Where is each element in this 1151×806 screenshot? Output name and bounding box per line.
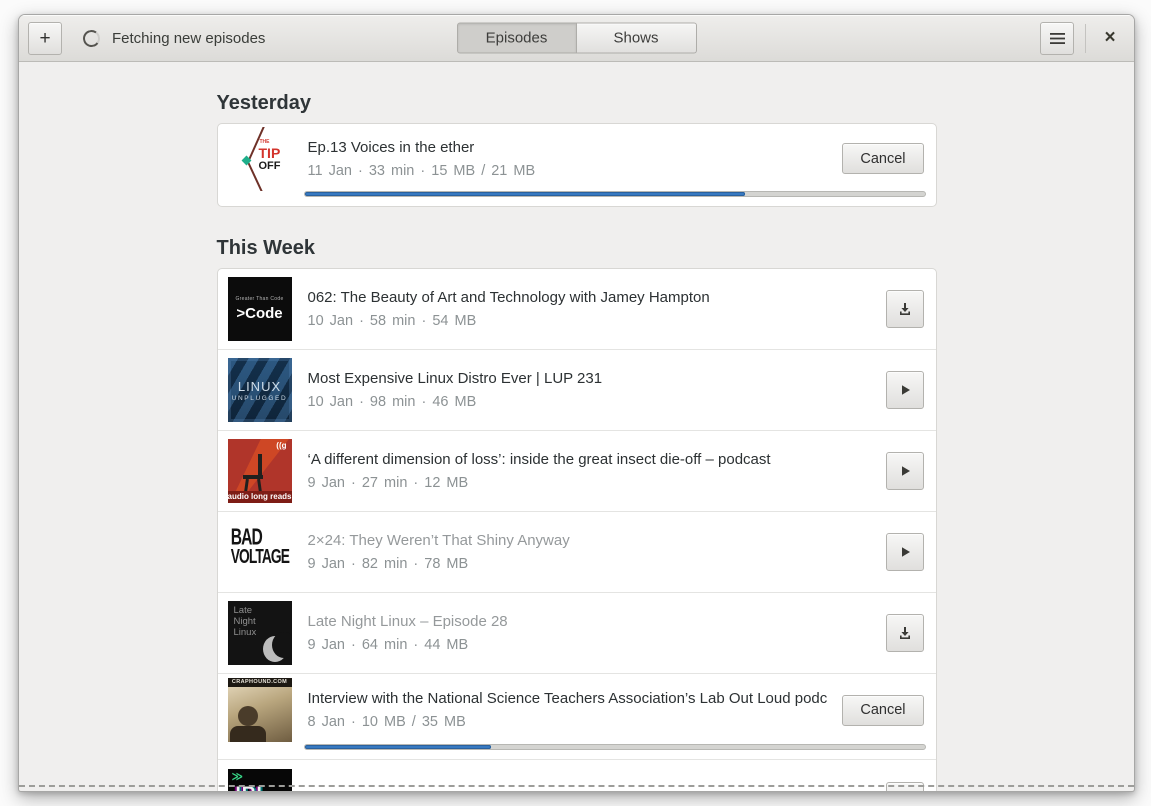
logo-text: Greater Than Code	[235, 296, 284, 302]
play-icon	[901, 466, 910, 476]
logo-text: Linux	[233, 627, 257, 638]
loading-spinner-icon	[81, 28, 102, 48]
close-icon: ×	[1104, 27, 1116, 48]
cancel-download-button[interactable]: Cancel	[842, 694, 924, 726]
logo-shape	[257, 454, 262, 477]
podcast-cover-craphound: CRAPHOUND.COM	[227, 678, 292, 742]
add-podcast-button[interactable]: +	[28, 21, 62, 55]
logo-text: ≫	[231, 770, 244, 783]
cancel-download-button[interactable]: Cancel	[842, 143, 924, 174]
logo-shape	[262, 632, 292, 662]
episode-row: CRAPHOUND.COM Interview with the Nationa…	[217, 674, 936, 760]
podcast-cover-the-tip-off: THE TIP OFF	[227, 126, 292, 191]
logo-text: audio long reads	[227, 491, 292, 503]
scroll-undershoot-indicator	[19, 785, 1134, 787]
play-icon	[901, 547, 910, 557]
yesterday-card: THE TIP OFF Ep.13 Voices in the ether 11…	[216, 123, 937, 207]
download-progress-fill	[304, 745, 491, 749]
episode-title: Ep.13 Voices in the ether	[307, 138, 475, 156]
episode-title: Interview with the National Science Teac…	[307, 690, 829, 707]
menu-button[interactable]	[1040, 21, 1074, 55]
logo-text: OFF	[258, 159, 281, 172]
section-title-yesterday: Yesterday	[216, 92, 312, 114]
tab-episodes-label: Episodes	[485, 29, 548, 47]
episode-row: ((g audio long reads ‘A different dimens…	[217, 431, 936, 512]
logo-shape	[229, 726, 266, 742]
episode-row: Late Night Linux Late Night Linux – Epis…	[217, 593, 936, 674]
logo-shape	[237, 706, 258, 726]
download-progressbar	[303, 191, 926, 197]
download-progressbar	[303, 744, 926, 750]
podcast-cover-bad-voltage: BAD VOLTAGE	[227, 520, 292, 584]
episode-title: 2×24: They Weren’t That Shiny Anyway	[307, 532, 570, 549]
episode-meta: 10 Jan · 58 min · 54 MB	[307, 313, 477, 329]
podcast-cover-linux-unplugged: LINUX UNPLUGGED	[227, 358, 292, 422]
episodes-view: Yesterday THE TIP OFF Ep.13 Voices in th…	[19, 62, 1134, 791]
cancel-button-label: Cancel	[860, 702, 906, 718]
episode-title: Most Expensive Linux Distro Ever | LUP 2…	[307, 370, 603, 387]
podcast-cover-irl: ≫ IRL	[227, 768, 292, 791]
cancel-button-label: Cancel	[860, 150, 906, 167]
episode-meta: 11 Jan · 33 min · 15 MB / 21 MB	[307, 162, 536, 179]
close-window-button[interactable]: ×	[1095, 23, 1125, 53]
this-week-card: Greater Than Code >Code 062: The Beauty …	[216, 268, 937, 791]
episode-meta: 8 Jan · 10 MB / 35 MB	[307, 714, 466, 730]
status-text: Fetching new episodes	[112, 29, 266, 47]
logo-text: >Code	[236, 305, 283, 322]
logo-text: Night	[233, 616, 256, 627]
logo-text: TIP	[258, 144, 281, 161]
podcast-cover-late-night-linux: Late Night Linux	[227, 601, 292, 665]
episode-meta: 10 Jan · 98 min · 46 MB	[307, 394, 477, 410]
logo-text: Late	[233, 605, 253, 616]
download-icon	[899, 627, 910, 639]
podcast-cover-audio-long-reads: ((g audio long reads	[227, 439, 292, 503]
plus-icon: +	[39, 27, 51, 49]
podcast-cover-greater-than-code: Greater Than Code >Code	[227, 277, 292, 341]
header-separator	[1085, 23, 1086, 53]
section-title-this-week: This Week	[216, 237, 316, 259]
episode-title: ‘A different dimension of loss’: inside …	[307, 451, 771, 468]
logo-text: CRAPHOUND.COM	[227, 678, 292, 687]
tab-shows-label: Shows	[613, 29, 659, 47]
episode-meta: 9 Jan · 64 min · 44 MB	[307, 637, 469, 653]
header-bar: + Fetching new episodes Episodes Shows ×	[19, 15, 1134, 62]
hamburger-icon	[1049, 32, 1065, 44]
view-switcher: Episodes Shows	[456, 22, 697, 54]
logo-text: BAD	[230, 524, 262, 550]
download-button[interactable]	[885, 290, 924, 328]
episode-meta: 9 Jan · 27 min · 12 MB	[307, 475, 469, 491]
episode-row: LINUX UNPLUGGED Most Expensive Linux Dis…	[217, 350, 936, 431]
episode-row: BAD VOLTAGE 2×24: They Weren’t That Shin…	[217, 512, 936, 593]
logo-text: VOLTAGE	[230, 545, 289, 569]
episode-row: THE TIP OFF Ep.13 Voices in the ether 11…	[218, 124, 936, 206]
episode-meta: 9 Jan · 82 min · 78 MB	[307, 556, 469, 572]
play-icon	[901, 385, 910, 395]
episode-title: Late Night Linux – Episode 28	[307, 613, 508, 630]
header-right-cluster: ×	[1040, 21, 1125, 55]
episode-row: Greater Than Code >Code 062: The Beauty …	[217, 269, 936, 350]
tab-episodes[interactable]: Episodes	[456, 22, 577, 54]
logo-text: LINUX	[237, 378, 282, 394]
logo-text: UNPLUGGED	[231, 394, 288, 402]
download-icon	[899, 303, 910, 315]
play-button[interactable]	[885, 371, 924, 409]
logo-text: THE	[259, 138, 270, 145]
download-button[interactable]	[885, 614, 924, 652]
episode-title: 062: The Beauty of Art and Technology wi…	[307, 289, 710, 306]
play-button[interactable]	[885, 452, 924, 490]
logo-text: ((g	[276, 441, 287, 450]
download-progress-fill	[304, 192, 745, 196]
tab-shows[interactable]: Shows	[576, 22, 697, 54]
play-button[interactable]	[885, 533, 924, 571]
app-window: + Fetching new episodes Episodes Shows ×…	[18, 14, 1135, 792]
